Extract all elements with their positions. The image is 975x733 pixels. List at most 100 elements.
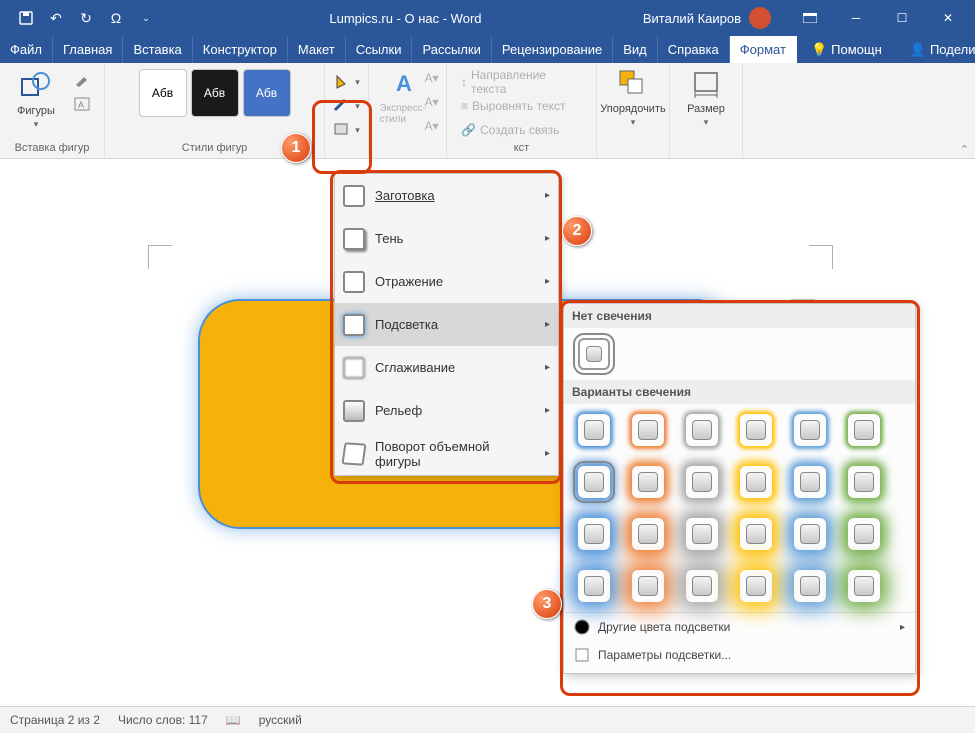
menu-glow[interactable]: Подсветка▸ (335, 303, 558, 346)
proofing-icon[interactable]: 📖 (226, 713, 241, 727)
shape-fill-button[interactable]: ▾ (327, 71, 366, 93)
glow-variant[interactable] (794, 414, 826, 446)
tab-file[interactable]: Файл (0, 36, 53, 63)
minimize-icon[interactable]: ─ (833, 0, 879, 36)
text-box-button[interactable]: A (68, 93, 96, 115)
glow-variant[interactable] (848, 518, 880, 550)
qat-dropdown-icon[interactable]: ⌄ (132, 4, 160, 32)
menu-3d-rotation[interactable]: Поворот объемной фигуры▸ (335, 432, 558, 475)
menu-soft-edges[interactable]: Сглаживание▸ (335, 346, 558, 389)
share-button[interactable]: 👤 Поделиться (896, 36, 975, 63)
callout-1: 1 (281, 133, 311, 163)
save-icon[interactable] (12, 4, 40, 32)
window-title: Lumpics.ru - О нас - Word (168, 11, 643, 26)
edit-shape-button[interactable] (68, 69, 96, 91)
glow-grid (564, 404, 915, 612)
page-corner-icon (148, 245, 172, 269)
shape-outline-button[interactable]: ▾ (327, 95, 366, 117)
glow-variant[interactable] (632, 466, 664, 498)
ribbon: Фигуры ▾ A Вставка фигур Абв Абв Абв Сти… (0, 63, 975, 159)
omega-icon[interactable]: Ω (102, 4, 130, 32)
size-button[interactable]: Размер ▾ (678, 67, 734, 128)
glow-variant[interactable] (848, 466, 880, 498)
glow-variant[interactable] (794, 518, 826, 550)
tab-home[interactable]: Главная (53, 36, 123, 63)
glow-variant[interactable] (740, 518, 772, 550)
svg-text:A: A (78, 100, 84, 110)
close-icon[interactable]: ✕ (925, 0, 971, 36)
glow-variant[interactable] (632, 414, 664, 446)
glow-variant[interactable] (578, 414, 610, 446)
tab-help[interactable]: Справка (658, 36, 730, 63)
glow-variant[interactable] (740, 414, 772, 446)
user-area[interactable]: Виталий Каиров (643, 7, 775, 29)
tab-layout[interactable]: Макет (288, 36, 346, 63)
group-size: Размер ▾ (670, 63, 743, 158)
glow-none[interactable] (578, 338, 610, 370)
more-glow-colors[interactable]: Другие цвета подсветки ▸ (564, 613, 915, 641)
tab-format[interactable]: Формат (730, 36, 797, 63)
tab-references[interactable]: Ссылки (346, 36, 413, 63)
undo-icon[interactable]: ↶ (42, 4, 70, 32)
glow-variant[interactable] (848, 570, 880, 602)
group-insert-shapes: Фигуры ▾ A Вставка фигур (0, 63, 105, 158)
glow-variant[interactable] (686, 466, 718, 498)
user-name: Виталий Каиров (643, 11, 741, 26)
glow-variant[interactable] (794, 570, 826, 602)
style-preset-1[interactable]: Абв (139, 69, 187, 117)
shapes-button[interactable]: Фигуры ▾ (8, 69, 64, 130)
tab-design[interactable]: Конструктор (193, 36, 288, 63)
menu-shadow[interactable]: Тень▸ (335, 217, 558, 260)
statusbar: Страница 2 из 2 Число слов: 117 📖 русски… (0, 706, 975, 733)
glow-variant[interactable] (578, 570, 610, 602)
glow-variant[interactable] (848, 414, 880, 446)
glow-variant[interactable] (632, 570, 664, 602)
tell-me-button[interactable]: 💡 Помощн (797, 36, 896, 63)
menu-bevel[interactable]: Рельеф▸ (335, 389, 558, 432)
redo-icon[interactable]: ↻ (72, 4, 100, 32)
status-words[interactable]: Число слов: 117 (118, 713, 208, 727)
status-language[interactable]: русский (259, 713, 302, 727)
user-avatar-icon[interactable] (749, 7, 771, 29)
ribbon-display-icon[interactable] (787, 0, 833, 36)
glow-variant[interactable] (740, 570, 772, 602)
menu-preset[interactable]: Заготовка▸ (335, 174, 558, 217)
group-shape-fill-outline: ▾ ▾ ▾ (325, 63, 369, 158)
svg-text:A: A (396, 71, 412, 96)
tab-mailings[interactable]: Рассылки (412, 36, 491, 63)
callout-3: 3 (532, 589, 562, 619)
glow-variant[interactable] (632, 518, 664, 550)
glow-variant[interactable] (740, 466, 772, 498)
tab-review[interactable]: Рецензирование (492, 36, 613, 63)
chevron-down-icon: ▾ (34, 119, 39, 130)
group-arrange: Упорядочить ▾ (597, 63, 670, 158)
collapse-ribbon-icon[interactable]: ⌃ (960, 143, 969, 156)
glow-variant[interactable] (686, 414, 718, 446)
page-corner-icon (809, 245, 833, 269)
shape-effects-button[interactable]: ▾ (327, 119, 366, 141)
callout-2: 2 (562, 216, 592, 246)
glow-variant[interactable] (686, 570, 718, 602)
group-wordart: A Экспресс-стили A▾ A▾ A▾ (369, 63, 447, 158)
glow-variant[interactable] (686, 518, 718, 550)
create-link-button: 🔗Создать связь (455, 119, 565, 141)
tab-view[interactable]: Вид (613, 36, 658, 63)
style-preset-3[interactable]: Абв (243, 69, 291, 117)
lightbulb-icon: 💡 (811, 42, 827, 58)
arrange-button[interactable]: Упорядочить ▾ (605, 67, 661, 128)
glow-variant[interactable] (578, 518, 610, 550)
style-preset-2[interactable]: Абв (191, 69, 239, 117)
maximize-icon[interactable]: ☐ (879, 0, 925, 36)
menu-reflection[interactable]: Отражение▸ (335, 260, 558, 303)
share-icon: 👤 (910, 42, 926, 58)
text-direction-button: ↕Направление текста (455, 71, 588, 93)
ribbon-tabs: Файл Главная Вставка Конструктор Макет С… (0, 36, 975, 63)
glow-variant[interactable] (578, 466, 610, 498)
quick-access-toolbar: ↶ ↻ Ω ⌄ (4, 4, 168, 32)
glow-variant[interactable] (794, 466, 826, 498)
tab-insert[interactable]: Вставка (123, 36, 192, 63)
titlebar: ↶ ↻ Ω ⌄ Lumpics.ru - О нас - Word Витали… (0, 0, 975, 36)
glow-options[interactable]: Параметры подсветки... (564, 641, 915, 669)
status-page[interactable]: Страница 2 из 2 (10, 713, 100, 727)
no-glow-header: Нет свечения (564, 304, 915, 328)
